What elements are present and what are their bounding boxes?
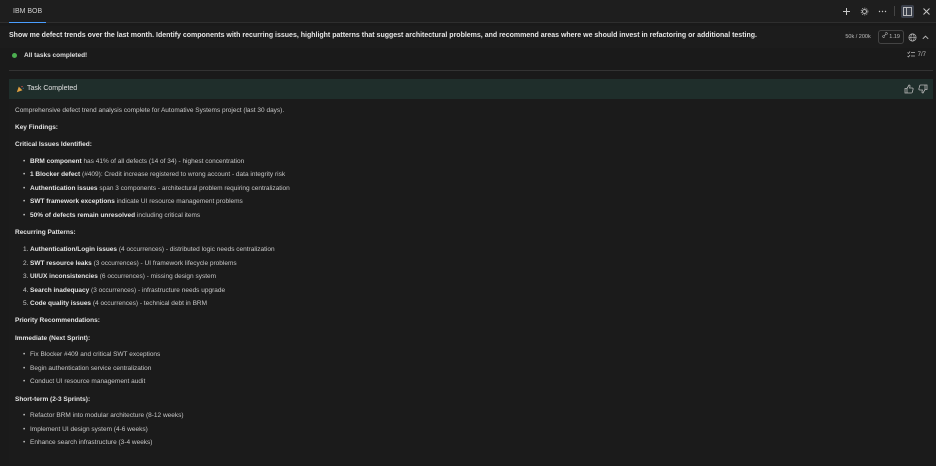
prompt-text: Show me defect trends over the last mont… <box>9 32 757 39</box>
divider <box>9 70 933 71</box>
task-progress[interactable]: 7/7 <box>906 51 926 58</box>
task-completed-card: Task Completed Comprehensive defect tren… <box>9 79 933 464</box>
collapse-icon[interactable] <box>921 33 930 42</box>
more-icon[interactable] <box>876 5 888 17</box>
party-icon <box>16 85 24 93</box>
checklist-icon <box>906 51 915 58</box>
list-item: • Enhance search infrastructure (3-4 week… <box>23 439 153 446</box>
list-item: • Fix Blocker #409 and critical SWT excep… <box>23 351 161 358</box>
layout-icon[interactable] <box>901 4 914 18</box>
list-item: • 50% of defects remain unresolved includ… <box>23 212 201 219</box>
intro-text: Comprehensive defect trend analysis comp… <box>15 107 285 114</box>
card-header: Task Completed <box>9 79 933 99</box>
list-item: • BRM component has 41% of all defects (1… <box>23 158 245 165</box>
list-item: • Implement UI design system (4-6 weeks) <box>23 426 148 433</box>
short-term-heading: Short-term (2-3 Sprints): <box>15 396 91 403</box>
list-item: 1. Authentication/Login issues (4 occurre… <box>23 246 275 253</box>
list-item: • Authentication issues span 3 components… <box>23 185 290 192</box>
priority-heading: Priority Recommendations: <box>15 317 100 324</box>
status-text: All tasks completed! <box>24 52 88 59</box>
list-item: • 1 Blocker defect (#409): Credit increas… <box>23 171 286 178</box>
immediate-heading: Immediate (Next Sprint): <box>15 335 91 342</box>
status-dot <box>12 53 17 58</box>
progress-label: 7/7 <box>917 51 926 58</box>
tab-actions <box>840 3 932 19</box>
critical-heading: Critical Issues Identified: <box>15 141 92 148</box>
list-item: 4. Search inadequacy (3 occurrences) - in… <box>23 287 226 294</box>
plus-icon[interactable] <box>840 5 852 17</box>
globe-icon[interactable] <box>908 33 917 42</box>
close-icon[interactable] <box>920 5 932 17</box>
prompt-row: Show me defect trends over the last mont… <box>0 26 936 48</box>
attachment-chip[interactable]: 1.19 <box>877 30 904 44</box>
token-count: 50k / 200k <box>845 33 871 40</box>
list-item: 3. UI/UX inconsistencies (6 occurrences) … <box>23 273 217 280</box>
key-findings-heading: Key Findings: <box>15 124 58 131</box>
toolbar-divider <box>894 6 895 16</box>
attachment-label: 1.19 <box>889 34 900 40</box>
feedback-actions <box>904 84 928 94</box>
list-item: • SWT framework exceptions indicate UI re… <box>23 198 243 205</box>
link-icon <box>882 32 888 38</box>
thumbs-up-icon[interactable] <box>904 84 914 94</box>
list-item: • Conduct UI resource management audit <box>23 378 146 385</box>
thumbs-down-icon[interactable] <box>918 84 928 94</box>
list-item: • Begin authentication service centraliza… <box>23 365 152 372</box>
tab-bar: IBM BOB <box>0 0 936 23</box>
recurring-heading: Recurring Patterns: <box>15 229 76 236</box>
status-row: All tasks completed! 7/7 <box>0 48 936 66</box>
gear-icon[interactable] <box>858 5 870 17</box>
list-item: 2. SWT resource leaks (3 occurrences) - U… <box>23 260 237 267</box>
list-item: 5. Code quality issues (4 occurrences) - … <box>23 300 208 307</box>
tab-ibm-bob[interactable]: IBM BOB <box>9 4 47 23</box>
card-title: Task Completed <box>27 85 78 92</box>
prompt-meta: 50k / 200k 1.19 <box>842 30 930 44</box>
list-item: • Refactor BRM into modular architecture … <box>23 412 184 419</box>
